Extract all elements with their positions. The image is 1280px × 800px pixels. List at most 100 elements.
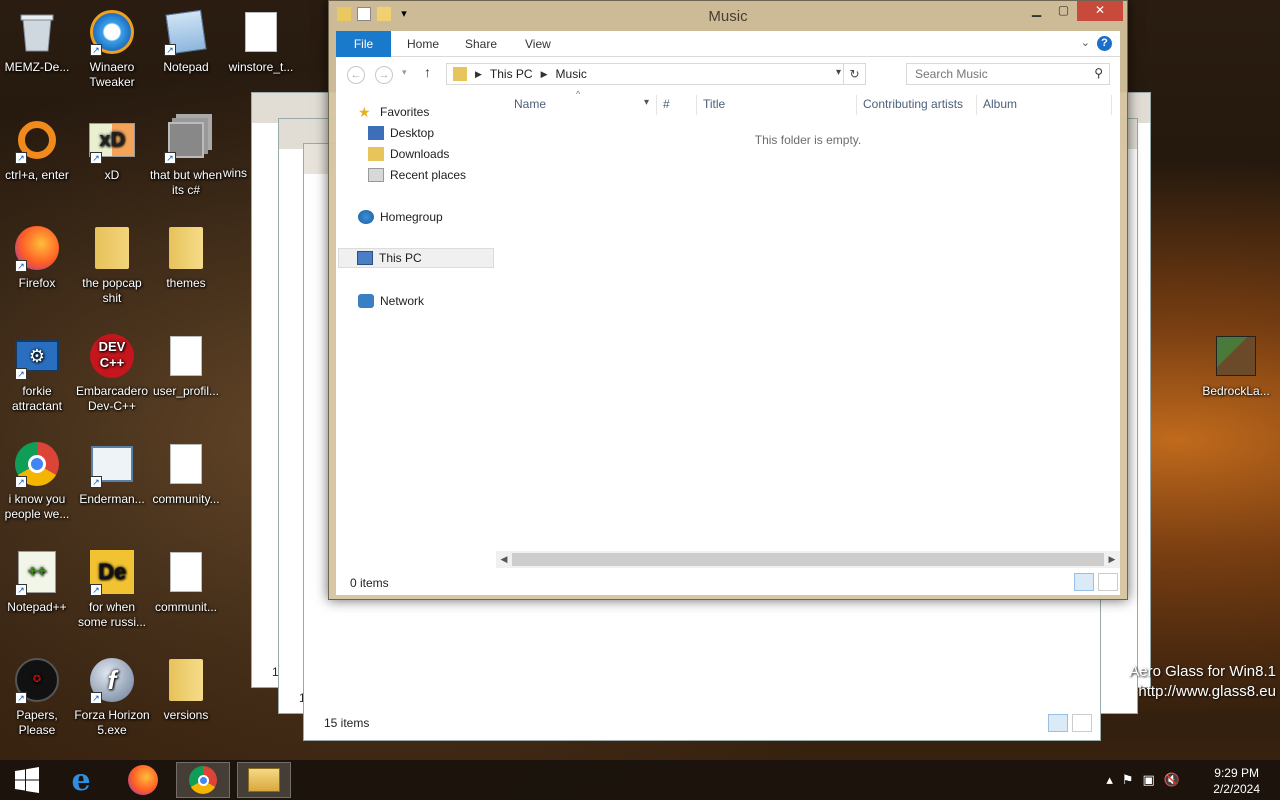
clock-date: 2/2/2024	[1213, 782, 1260, 796]
desktop-icon-enderman[interactable]: ↗ Enderman...	[74, 440, 150, 507]
desktop-icon-firefox[interactable]: ↗ Firefox	[0, 224, 75, 291]
taskbar-internet-explorer[interactable]: e	[54, 762, 108, 798]
winaero-icon: ↗	[88, 8, 136, 56]
desktop-icon-forza[interactable]: f ↗ Forza Horizon 5.exe	[74, 656, 150, 738]
desktop-icon-bedrock[interactable]: BedrockLa...	[1198, 332, 1274, 399]
desktop-icon-ctrl-a[interactable]: ↗ ctrl+a, enter	[0, 116, 75, 183]
tab-view[interactable]: View	[525, 31, 551, 57]
nav-recent-places[interactable]: Recent places	[368, 165, 466, 185]
taskbar-file-explorer[interactable]	[237, 762, 291, 798]
settings-monitor-icon: ⚙ ↗	[13, 332, 61, 380]
column-header-artists[interactable]: Contributing artists	[863, 97, 963, 113]
expand-ribbon-icon[interactable]: ⌄	[1081, 36, 1090, 49]
homegroup-icon	[358, 210, 374, 224]
desktop-icon-themes[interactable]: themes	[148, 224, 224, 291]
horizontal-scrollbar[interactable]: ◀ ▶	[496, 551, 1120, 568]
details-view-button[interactable]	[1074, 573, 1094, 591]
back-button[interactable]: ←	[347, 66, 365, 84]
nav-homegroup[interactable]: Homegroup	[358, 207, 443, 227]
breadcrumb-this-pc[interactable]: This PC	[490, 67, 533, 81]
volume-muted-icon[interactable]: 🔇	[1164, 772, 1180, 788]
chevron-right-icon[interactable]: ▶	[475, 69, 482, 80]
start-button[interactable]	[0, 762, 54, 798]
action-center-flag-icon[interactable]: ⚑	[1122, 772, 1134, 788]
folder-icon	[162, 656, 210, 704]
desktop-icon-user-profile[interactable]: user_profil...	[148, 332, 224, 399]
recent-locations-icon[interactable]: ▾	[402, 67, 407, 78]
background-large-icons-button[interactable]	[1072, 714, 1092, 732]
windows-stack-icon: ↗	[162, 116, 210, 164]
desktop-icon-notepad[interactable]: ↗ Notepad	[148, 8, 224, 75]
maximize-button[interactable]: ▢	[1050, 1, 1077, 21]
column-dropdown-icon[interactable]: ▾	[644, 97, 649, 108]
large-icons-view-button[interactable]	[1098, 573, 1118, 591]
desktop-icon-notepadpp[interactable]: ++ ↗ Notepad++	[0, 548, 75, 615]
tab-home[interactable]: Home	[407, 31, 439, 57]
refresh-icon[interactable]: ↻	[843, 64, 865, 84]
firefox-icon: ↗	[13, 224, 61, 272]
scrollbar-thumb[interactable]	[512, 553, 1104, 566]
desktop-icon-devcpp[interactable]: DEV C++ Embarcadero Dev-C++	[74, 332, 150, 414]
desktop-icon-papers-please[interactable]: ✪ ↗ Papers, Please	[0, 656, 75, 738]
close-button[interactable]: ✕	[1077, 1, 1123, 21]
desktop-icon-xd[interactable]: xD ↗ xD	[74, 116, 150, 183]
nav-desktop[interactable]: Desktop	[368, 123, 434, 143]
tab-file[interactable]: File	[336, 31, 391, 57]
desktop-icon	[368, 126, 384, 140]
nav-network[interactable]: Network	[358, 291, 424, 311]
desktop-icon-csharp[interactable]: ↗ that but when its c#	[148, 116, 224, 198]
scroll-left-icon[interactable]: ◀	[496, 551, 512, 568]
explorer-window-music[interactable]: ▾ Music ▁ ▢ ✕ File Home Share View ⌄ ? ←…	[328, 0, 1128, 600]
desktop-icon-de[interactable]: De ↗ for when some russi...	[74, 548, 150, 630]
desktop-icon-partial-label: wins	[223, 166, 248, 180]
show-hidden-icons-icon[interactable]: ▴	[1106, 772, 1113, 788]
firefox-icon	[128, 765, 158, 795]
nav-downloads[interactable]: Downloads	[368, 144, 449, 164]
nav-this-pc[interactable]: This PC	[338, 248, 494, 268]
desktop-icon-community-a[interactable]: community...	[148, 440, 224, 507]
desktop-icon-forkie[interactable]: ⚙ ↗ forkie attractant	[0, 332, 75, 414]
chrome-icon: ↗	[13, 440, 61, 488]
scroll-right-icon[interactable]: ▶	[1104, 551, 1120, 568]
minimize-button[interactable]: ▁	[1023, 1, 1050, 21]
help-icon[interactable]: ?	[1097, 36, 1112, 51]
desktop-icon-popcap[interactable]: the popcap shit	[74, 224, 150, 306]
document-icon	[162, 548, 210, 596]
computer-icon	[357, 251, 373, 265]
clock[interactable]: 9:29 PM 2/2/2024	[1213, 765, 1260, 797]
nav-favorites[interactable]: ★ Favorites	[358, 102, 429, 122]
column-header-album[interactable]: Album	[983, 97, 1017, 113]
desktop-icon-winaero[interactable]: ↗ Winaero Tweaker	[74, 8, 150, 90]
taskbar: e ▴ ⚑ ▣ 🔇 9:29 PM 2/2/2024	[0, 760, 1280, 800]
document-icon	[162, 440, 210, 488]
title-bar[interactable]: ▾ Music ▁ ▢ ✕	[329, 1, 1127, 31]
network-status-icon[interactable]: ▣	[1143, 772, 1155, 788]
search-icon[interactable]: ⚲	[1094, 66, 1103, 80]
breadcrumb-music[interactable]: Music	[556, 67, 587, 81]
chevron-right-icon[interactable]: ▶	[541, 69, 548, 80]
desktop-icon-winstore[interactable]: winstore_t...	[223, 8, 299, 75]
up-button[interactable]: ↑	[424, 64, 431, 80]
taskbar-chrome[interactable]	[176, 762, 230, 798]
search-input[interactable]: Search Music ⚲	[906, 63, 1110, 85]
address-bar[interactable]: ▶ This PC ▶ Music ▾ ↻	[446, 63, 866, 85]
recycle-bin-icon	[13, 8, 61, 56]
music-folder-icon	[453, 67, 467, 81]
taskbar-firefox[interactable]	[116, 762, 170, 798]
background-details-view-button[interactable]	[1048, 714, 1068, 732]
tab-share[interactable]: Share	[465, 31, 497, 57]
desktop-icon-chrome[interactable]: ↗ i know you people we...	[0, 440, 75, 522]
desktop-icon-versions[interactable]: versions	[148, 656, 224, 723]
file-explorer-icon	[248, 768, 280, 792]
address-dropdown-icon[interactable]: ▾	[836, 67, 841, 78]
clock-time: 9:29 PM	[1214, 766, 1259, 780]
column-header-name[interactable]: Name	[514, 97, 546, 113]
column-header-title[interactable]: Title	[703, 97, 725, 113]
document-icon	[237, 8, 285, 56]
column-header-number[interactable]: #	[663, 97, 670, 113]
desktop-icon-memz[interactable]: MEMZ-De...	[0, 8, 75, 75]
desktop-icon-community-b[interactable]: communit...	[148, 548, 224, 615]
notepadpp-icon: ++ ↗	[13, 548, 61, 596]
aero-glass-watermark: Aero Glass for Win8.1 http://www.glass8.…	[1129, 663, 1276, 700]
forward-button[interactable]: →	[375, 66, 393, 84]
